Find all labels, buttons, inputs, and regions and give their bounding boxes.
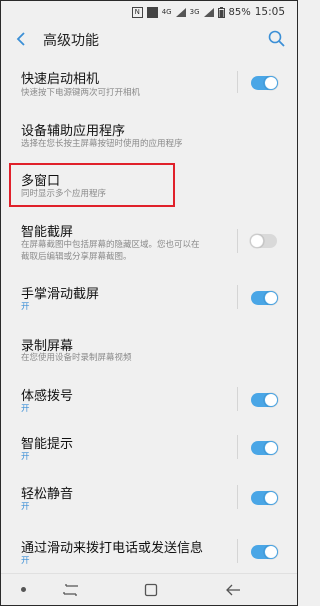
home-icon[interactable] — [144, 583, 158, 597]
setting-title: 通过滑动来拨打电话或发送信息 — [21, 541, 204, 556]
toggle-switch[interactable] — [251, 491, 278, 505]
battery-level: 85% — [228, 6, 251, 18]
highlight-box — [9, 163, 175, 207]
setting-subtitle: 在您使用设备时录制屏幕视频 — [21, 353, 132, 363]
clock: 15:05 — [254, 6, 285, 18]
toggle-switch[interactable] — [251, 545, 278, 559]
divider — [237, 285, 238, 309]
setting-quick-camera[interactable]: 快速启动相机 快速按下电源键两次可打开相机 — [1, 63, 297, 107]
setting-title: 智能截屏 — [21, 225, 74, 240]
navigation-bar — [1, 573, 297, 605]
setting-subtitle-line-2: 截取后编辑或分享屏幕截图。 — [21, 252, 132, 262]
setting-status: 开 — [21, 502, 30, 512]
setting-device-assist-app[interactable]: 设备辅助应用程序 选择在您长按主屏幕按钮时使用的应用程序 — [1, 115, 297, 159]
setting-smart-capture[interactable]: 智能截屏 在屏幕截图中包括屏幕的隐藏区域。您也可以在 截取后编辑或分享屏幕截图。 — [1, 219, 297, 269]
setting-status: 开 — [21, 556, 30, 566]
signal-icon — [203, 7, 214, 17]
setting-swipe-to-call[interactable]: 通过滑动来拨打电话或发送信息 开 — [1, 533, 297, 573]
setting-smart-alert[interactable]: 智能提示 开 — [1, 429, 297, 469]
divider — [237, 485, 238, 509]
dot-icon — [21, 587, 26, 592]
setting-status: 开 — [21, 404, 30, 414]
recent-apps-icon[interactable] — [63, 584, 79, 596]
toggle-switch[interactable] — [251, 441, 278, 455]
setting-title: 设备辅助应用程序 — [21, 124, 126, 139]
setting-status: 开 — [21, 452, 30, 462]
app-bar: 高级功能 — [1, 25, 297, 55]
setting-screen-recorder[interactable]: 录制屏幕 在您使用设备时录制屏幕视频 — [1, 331, 297, 371]
setting-title: 快速启动相机 — [21, 72, 100, 87]
status-bar: N 4G 3G 85% 15:05 — [1, 1, 297, 25]
divider — [237, 539, 238, 563]
search-icon[interactable] — [267, 29, 287, 49]
toggle-switch[interactable] — [251, 393, 278, 407]
divider — [237, 435, 238, 459]
setting-palm-swipe-capture[interactable]: 手掌滑动截屏 开 — [1, 279, 297, 319]
setting-direct-call[interactable]: 体感拨号 开 — [1, 381, 297, 421]
back-icon[interactable] — [225, 583, 241, 597]
setting-title: 体感拨号 — [21, 389, 74, 404]
screen: N 4G 3G 85% 15:05 高级功能 快速启动相机 快速按下电源键两次可… — [0, 0, 298, 606]
signal-icon — [175, 7, 186, 17]
page-title: 高级功能 — [43, 33, 99, 49]
divider — [237, 387, 238, 411]
toggle-switch[interactable] — [251, 76, 278, 90]
setting-easy-mute[interactable]: 轻松静音 开 — [1, 479, 297, 519]
setting-status: 开 — [21, 302, 30, 312]
4g-label: 4G — [161, 8, 172, 16]
toggle-switch[interactable] — [251, 291, 278, 305]
setting-subtitle: 选择在您长按主屏幕按钮时使用的应用程序 — [21, 139, 183, 149]
notification-n-icon: N — [131, 6, 143, 18]
toggle-switch[interactable] — [250, 234, 277, 248]
back-arrow-icon[interactable] — [13, 29, 31, 49]
notification-box-icon — [146, 6, 158, 18]
divider — [237, 229, 238, 253]
setting-title: 手掌滑动截屏 — [21, 287, 100, 302]
setting-title: 轻松静音 — [21, 487, 74, 502]
setting-subtitle: 快速按下电源键两次可打开相机 — [21, 88, 141, 98]
divider — [237, 71, 238, 93]
battery-icon — [217, 6, 225, 18]
setting-title: 智能提示 — [21, 437, 74, 452]
3g-label: 3G — [189, 8, 200, 16]
